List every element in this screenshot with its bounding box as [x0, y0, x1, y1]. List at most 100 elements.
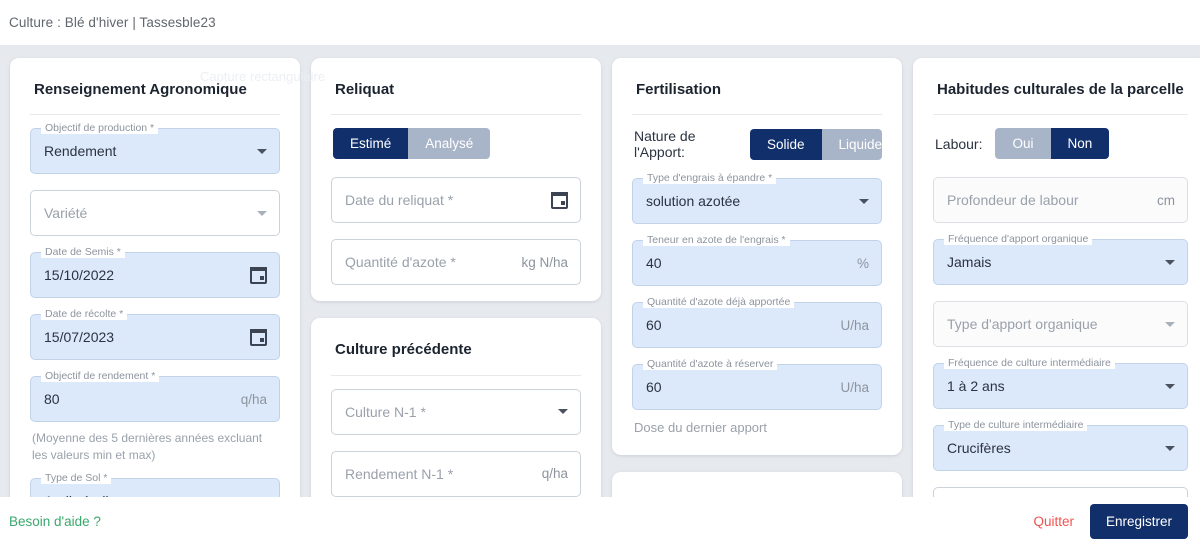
field-label: Objectif de production *: [41, 122, 159, 135]
field-suffix: kg N/ha: [521, 254, 568, 270]
field-objectif-de-production[interactable]: Objectif de production * Rendement: [30, 122, 280, 175]
rendement-hint: (Moyenne des 5 dernières années excluant…: [32, 431, 263, 463]
card-habitudes-culturales: Habitudes culturales de la parcelle Labo…: [913, 58, 1200, 497]
toggle-option-solide[interactable]: Solide: [749, 128, 822, 160]
field-profondeur-de-labour: Profondeur de labour cm: [933, 177, 1188, 224]
field-type-apport-organique: Type d'apport organique: [933, 301, 1188, 348]
card-culture-precedente: Culture précédente Culture N-1 * Rendeme…: [311, 318, 601, 497]
page-title: Culture : Blé d'hiver | Tassesble23: [9, 15, 216, 30]
field-label: Type de Sol *: [41, 472, 112, 485]
chevron-down-icon: [257, 210, 267, 216]
labour-toggle-row: Labour: Oui Non: [933, 128, 1188, 160]
toggle-option-non[interactable]: Non: [1050, 128, 1110, 160]
chevron-down-icon: [257, 148, 267, 154]
field-suffix: cm: [1157, 192, 1175, 208]
card-reliquat: Reliquat Estimé Analysé Date du reliquat…: [311, 58, 601, 302]
field-teneur-azote[interactable]: Teneur en azote de l'engrais * 40 %: [632, 234, 882, 287]
top-bar: Culture : Blé d'hiver | Tassesble23: [0, 0, 1200, 45]
reliquat-toggle-row: Estimé Analysé: [331, 128, 581, 160]
toggle-option-estime[interactable]: Estimé: [333, 128, 409, 160]
save-button[interactable]: Enregistrer: [1089, 503, 1188, 539]
field-objectif-de-rendement[interactable]: Objectif de rendement * 80 q/ha: [30, 370, 280, 423]
divider: [30, 114, 280, 116]
calendar-icon[interactable]: [250, 266, 267, 284]
field-date-du-reliquat[interactable]: Date du reliquat *: [331, 177, 581, 224]
field-suffix: U/ha: [840, 317, 869, 333]
column-agronomique: Renseignement Agronomique Objectif de pr…: [10, 58, 300, 497]
field-placeholder: Quantité d'azote *: [345, 254, 456, 271]
field-value: Argile à silex: [44, 493, 249, 497]
footer-bar: Besoin d'aide ? Quitter Enregistrer: [0, 497, 1200, 545]
field-retournement-de-prairie[interactable]: Retournement de prairie: [933, 487, 1188, 497]
toggle-option-oui[interactable]: Oui: [995, 128, 1051, 160]
field-suffix: q/ha: [541, 466, 568, 481]
form-board: Capture rectangulaire Renseignement Agro…: [0, 45, 1200, 497]
field-suffix: %: [856, 255, 869, 271]
field-suffix: q/ha: [240, 391, 267, 407]
field-type-de-sol[interactable]: Type de Sol * Argile à silex: [30, 472, 280, 497]
divider: [933, 114, 1188, 116]
field-value: 60: [646, 317, 662, 334]
field-type-engrais[interactable]: Type d'engrais à épandre * solution azot…: [632, 172, 882, 225]
field-value: 60: [646, 379, 662, 396]
card-title: Habitudes culturales de la parcelle: [937, 81, 1184, 98]
field-value: 1 à 2 ans: [947, 378, 1005, 395]
field-date-de-recolte[interactable]: Date de récolte * 15/07/2023: [30, 308, 280, 361]
toggle-caption: Nature de l'Apport:: [634, 128, 696, 161]
help-link[interactable]: Besoin d'aide ?: [9, 514, 101, 529]
card-fertilisation: Fertilisation Nature de l'Apport: Solide…: [612, 58, 902, 456]
card-irrigation: Irrigation: [612, 472, 902, 497]
field-value: Rendement: [44, 143, 117, 160]
column-reliquat: Reliquat Estimé Analysé Date du reliquat…: [311, 58, 601, 497]
field-azote-deja-apportee[interactable]: Quantité d'azote déjà apportée 60 U/ha: [632, 296, 882, 349]
toggle-option-liquide[interactable]: Liquide: [821, 128, 882, 160]
card-title: Reliquat: [335, 81, 395, 98]
field-label: Quantité d'azote déjà apportée: [643, 296, 795, 309]
field-placeholder: Culture N-1 *: [345, 403, 426, 420]
nature-apport-toggle-group[interactable]: Solide Liquide: [749, 128, 882, 160]
field-culture-n1[interactable]: Culture N-1 *: [331, 388, 581, 435]
field-date-de-semis[interactable]: Date de Semis * 15/10/2022: [30, 246, 280, 299]
divider: [331, 114, 581, 116]
field-placeholder: Rendement N-1 *: [345, 465, 454, 482]
field-value: 15/07/2023: [44, 329, 115, 346]
field-frequence-apport-organique[interactable]: Fréquence d'apport organique Jamais: [933, 233, 1188, 286]
application-root: Culture : Blé d'hiver | Tassesble23 Capt…: [0, 0, 1200, 545]
quit-button[interactable]: Quitter: [1033, 514, 1074, 529]
chevron-down-icon: [1165, 321, 1175, 327]
chevron-down-icon: [558, 409, 568, 414]
field-value: 80: [44, 391, 60, 408]
field-label: Teneur en azote de l'engrais *: [643, 234, 790, 247]
field-label: Quantité d'azote à réserver: [643, 358, 778, 371]
labour-toggle-group[interactable]: Oui Non: [995, 128, 1110, 160]
field-label: Date de Semis *: [41, 246, 125, 259]
field-placeholder: Profondeur de labour: [947, 192, 1079, 209]
calendar-icon[interactable]: [551, 191, 568, 209]
field-placeholder: Type d'apport organique: [947, 316, 1098, 333]
chevron-down-icon: [1165, 383, 1175, 389]
card-title: Irrigation: [632, 491, 882, 497]
field-placeholder: Variété: [44, 205, 88, 222]
field-variete[interactable]: Variété: [30, 190, 280, 237]
divider: [331, 374, 581, 376]
field-value: 15/10/2022: [44, 267, 115, 284]
card-title: Fertilisation: [636, 81, 722, 98]
toggle-caption: Labour:: [935, 135, 983, 152]
chevron-down-icon: [1165, 259, 1175, 265]
field-placeholder: Date du reliquat *: [345, 192, 454, 209]
toggle-option-analyse[interactable]: Analysé: [408, 128, 491, 160]
field-label: Objectif de rendement *: [41, 370, 160, 383]
fertilisation-toggle-row: Nature de l'Apport: Solide Liquide: [632, 128, 882, 160]
calendar-icon[interactable]: [250, 328, 267, 346]
reliquat-toggle-group[interactable]: Estimé Analysé: [333, 128, 491, 160]
chevron-down-icon: [859, 198, 869, 204]
field-type-culture-intermediaire[interactable]: Type de culture intermédiaire Crucifères: [933, 419, 1188, 472]
card-title: Culture précédente: [335, 341, 472, 359]
field-suffix: U/ha: [840, 379, 869, 395]
field-quantite-azote-reliquat[interactable]: Quantité d'azote * kg N/ha: [331, 239, 581, 286]
field-value: Jamais: [947, 254, 992, 271]
field-value: solution azotée: [646, 193, 741, 210]
field-azote-a-reserver[interactable]: Quantité d'azote à réserver 60 U/ha: [632, 358, 882, 411]
field-frequence-culture-intermediaire[interactable]: Fréquence de culture intermédiaire 1 à 2…: [933, 357, 1188, 410]
field-rendement-n1[interactable]: Rendement N-1 * q/ha: [331, 450, 581, 497]
